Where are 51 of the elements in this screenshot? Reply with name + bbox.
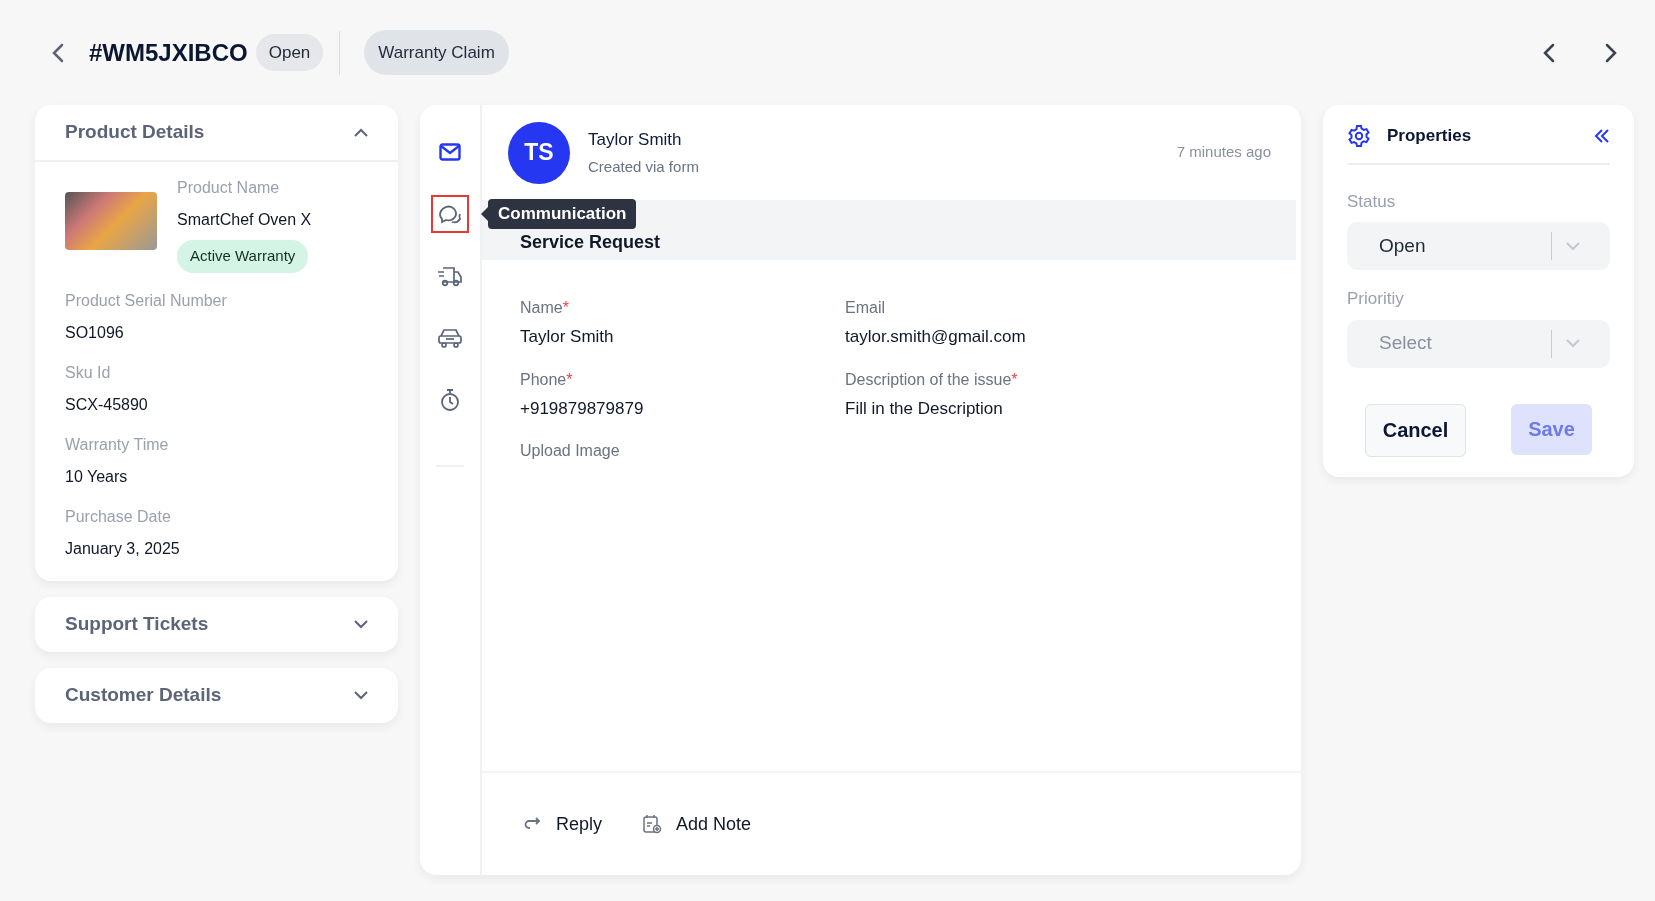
chat-bubbles-icon[interactable] xyxy=(431,195,469,233)
field-label: Email xyxy=(845,298,886,318)
next-icon[interactable] xyxy=(1604,41,1618,64)
timestamp: 7 minutes ago xyxy=(1176,142,1271,163)
category-pill: Warranty Claim xyxy=(364,29,509,76)
accordion-header[interactable]: Support Tickets xyxy=(35,596,398,652)
field-value: SO1096 xyxy=(65,322,125,343)
select-field[interactable]: Open xyxy=(1347,222,1610,270)
back-icon[interactable] xyxy=(51,41,65,64)
avatar: TS xyxy=(508,121,570,184)
required-asterisk: * xyxy=(1011,370,1018,388)
field-label: Sku Id xyxy=(65,362,112,383)
field-label: Product Name xyxy=(177,178,281,198)
field-label: Purchase Date xyxy=(65,506,172,527)
status-pill: Open xyxy=(255,33,324,72)
field-label: Upload Image xyxy=(520,441,621,461)
chevron-down-icon xyxy=(1566,339,1580,348)
previous-icon[interactable] xyxy=(1542,41,1556,64)
chevron-down-icon xyxy=(1566,241,1580,251)
panel-title: Properties xyxy=(1387,125,1472,147)
field-label: Name* xyxy=(520,298,570,318)
field-label: Prioritiy xyxy=(1347,288,1405,310)
field-value: SCX-45890 xyxy=(65,394,149,415)
field-value: Taylor Smith xyxy=(520,326,615,348)
settings-icon xyxy=(1347,123,1371,148)
product-name: SmartChef Oven X xyxy=(177,210,312,230)
field-value: taylor.smith@gmail.com xyxy=(845,326,1027,348)
calendar-plus-icon xyxy=(642,814,663,834)
cancel-button[interactable]: Cancel xyxy=(1365,403,1466,457)
required-asterisk: * xyxy=(562,299,569,316)
add-note-button[interactable]: Add Note xyxy=(642,810,752,838)
sender-name: Taylor Smith xyxy=(588,128,683,151)
reply-button[interactable]: Reply xyxy=(524,810,603,838)
warranty-badge: Active Warranty xyxy=(177,240,309,273)
accordion-header[interactable]: Product Details xyxy=(35,105,398,160)
field-label: Warranty Time xyxy=(65,434,170,455)
field-value: +919879879879 xyxy=(520,397,645,420)
accordion-header[interactable]: Customer Details xyxy=(35,667,398,723)
field-value: 10 Years xyxy=(65,466,129,487)
field-label: Status xyxy=(1347,190,1397,213)
ticket-id: #WM5JXIBCO xyxy=(89,37,248,68)
double-chevron-icon[interactable] xyxy=(1594,127,1610,144)
tooltip: Communication xyxy=(488,199,637,229)
created-via-text: Created via form xyxy=(588,157,699,177)
field-label: Phone* xyxy=(520,369,574,390)
field-label: Product Serial Number xyxy=(65,290,228,311)
required-asterisk: * xyxy=(566,370,573,388)
field-value: January 3, 2025 xyxy=(65,538,181,559)
field-label: Description of the issue* xyxy=(845,369,1019,390)
reply-arrow-icon xyxy=(524,817,542,831)
field-value: Fill in the Description xyxy=(845,397,1004,420)
